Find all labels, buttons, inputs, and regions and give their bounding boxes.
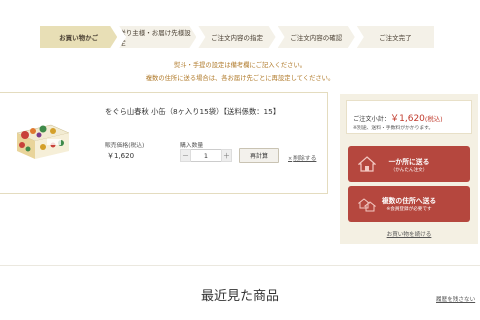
close-icon: × [288, 156, 293, 162]
quantity-minus-button[interactable]: － [180, 149, 191, 162]
recently-viewed-title: 最近見た商品 [200, 289, 279, 304]
subtotal-label: ご注文小計： [353, 116, 391, 123]
price-label: 販売価格(税込) [105, 143, 145, 149]
step-label: お買い物かご [59, 34, 99, 42]
quantity-plus-button[interactable]: ＋ [221, 149, 232, 162]
clear-history-link[interactable]: 履歴を残さない [436, 295, 475, 303]
step-cart: お買い物かご [40, 26, 117, 48]
delete-link[interactable]: ×削除する [288, 153, 316, 162]
checkout-steps: お買い物かご 送り主様・お届け先様設定 ご注文内容の指定 ご注文内容の確認 ご注… [40, 26, 435, 48]
quantity-input[interactable] [191, 149, 221, 162]
subtotal-line: ご注文小計：￥1,620(税込) [353, 111, 443, 124]
step-order-details: ご注文内容の指定 [198, 26, 275, 48]
recalculate-button[interactable]: 再計算 [239, 148, 279, 163]
section-divider [0, 265, 480, 266]
price-value: ￥1,620 [107, 152, 135, 160]
step-shipping: 送り主様・お届け先様設定 [119, 26, 196, 48]
order-summary: ご注文小計：￥1,620(税込) ※別途、送料・手数料がかかります。 一か所に送… [340, 94, 478, 244]
step-label: 送り主様・お届け先様設定 [119, 29, 191, 47]
multi-address-label: 複数の住所へ送る [381, 197, 437, 205]
delete-label: 削除する [293, 156, 317, 162]
subtotal-amount: ￥1,620 [390, 114, 425, 124]
step-label: ご注文内容の確認 [290, 34, 343, 42]
shipping-fee-note: ※別途、送料・手数料がかかります。 [353, 126, 434, 131]
product-title[interactable]: をぐら山春秋 小缶（8ヶ入り15袋）【送料係数：15】 [105, 107, 280, 117]
notice-multi-address: 複数の住所に送る場合は、各お届け先ごとに再設定してください。 [145, 75, 335, 82]
ship-to-one-address-button[interactable]: 一か所に送る （かんたん注文） [348, 146, 470, 182]
step-label: ご注文完了 [379, 34, 412, 42]
notice-noshi: 熨斗・手提の設定は備考欄にご記入ください。 [173, 62, 307, 69]
continue-shopping-link[interactable]: お買い物を続ける [340, 230, 478, 238]
multi-address-sublabel: ※会員登録が必要です [386, 207, 432, 212]
ship-to-multiple-addresses-button[interactable]: 複数の住所へ送る ※会員登録が必要です [348, 186, 470, 222]
quantity-stepper: － ＋ [180, 149, 232, 162]
quantity-label: 購入数量 [180, 143, 204, 149]
step-complete: ご注文完了 [356, 26, 435, 48]
notice-area: 熨斗・手提の設定は備考欄にご記入ください。 複数の住所に送る場合は、各お届け先ご… [0, 59, 480, 85]
step-label: ご注文内容の指定 [211, 34, 263, 42]
subtotal-tax: (税込) [424, 115, 443, 123]
subtotal-box: ご注文小計：￥1,620(税込) ※別途、送料・手数料がかかります。 [346, 100, 472, 134]
cart-item: をぐら山春秋 小缶（8ヶ入り15袋）【送料係数：15】 販売価格(税込) ￥1,… [0, 92, 328, 194]
step-confirm: ご注文内容の確認 [278, 26, 355, 48]
one-address-label: 一か所に送る [388, 158, 430, 166]
one-address-sublabel: （かんたん注文） [390, 168, 428, 173]
product-image[interactable] [13, 119, 71, 161]
